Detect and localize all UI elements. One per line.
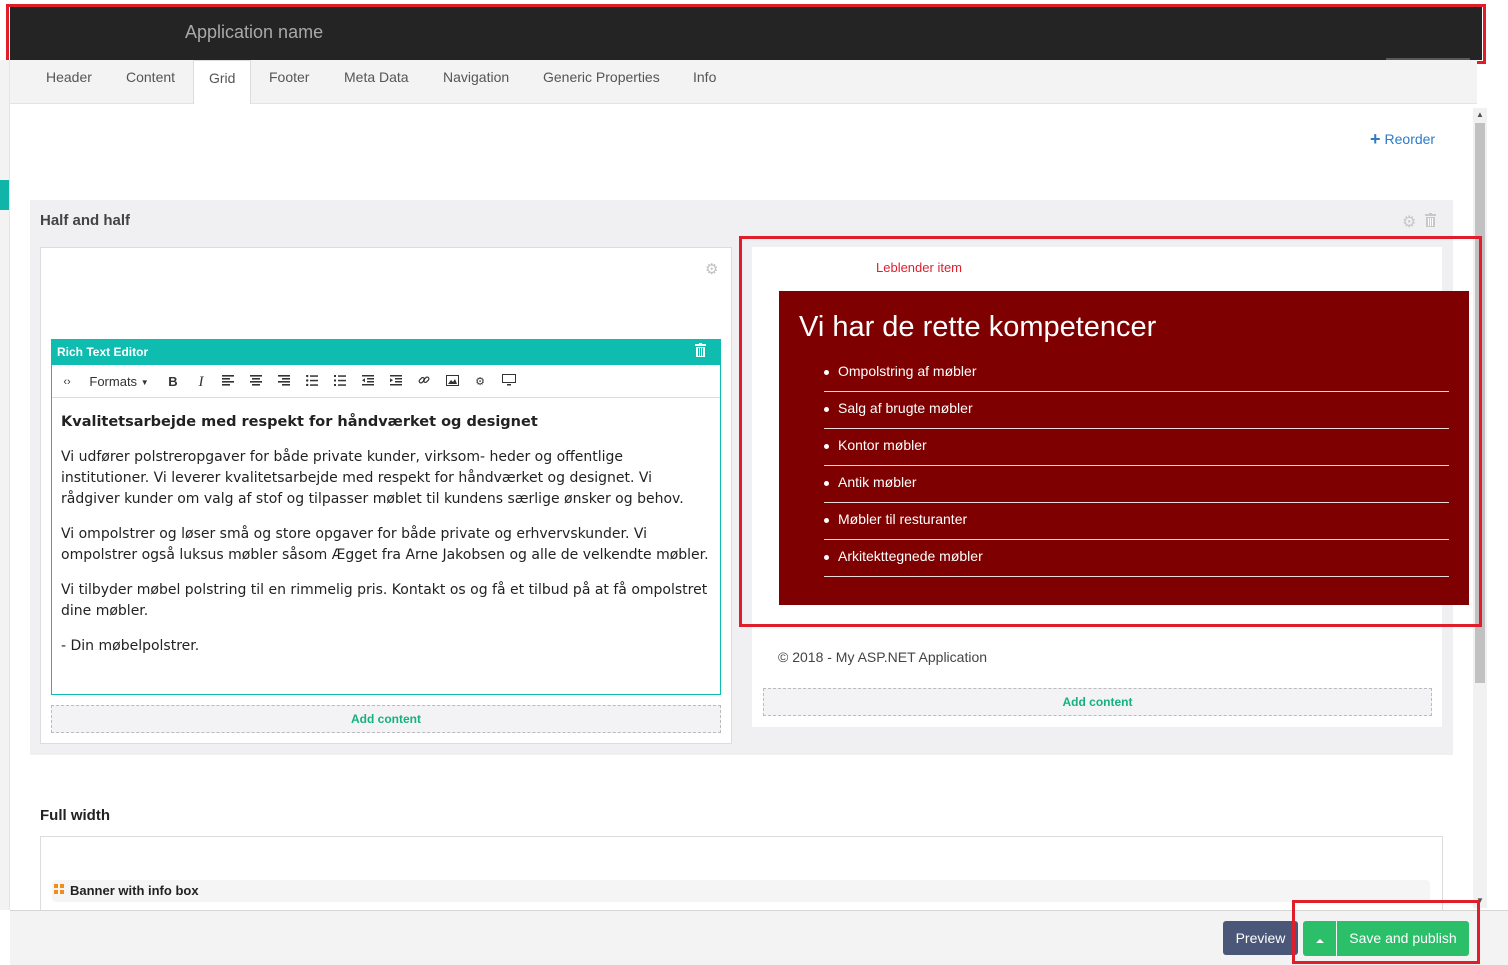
tab-navigation[interactable]: Navigation xyxy=(443,69,509,85)
leblender-item[interactable]: Vi har de rette kompetencer Ompolstring … xyxy=(779,291,1469,605)
full-width-cell[interactable] xyxy=(40,836,1443,916)
list-item: Møbler til resturanter xyxy=(824,503,1449,540)
rte-toolbar: ‹› Formats ▼ B I ⚙ xyxy=(52,366,720,398)
rte-content[interactable]: Kvalitetsarbejde med respekt for håndvær… xyxy=(61,412,711,671)
scroll-down-icon[interactable]: ▼ xyxy=(1476,896,1484,905)
rte-title-bar: Rich Text Editor xyxy=(51,339,721,365)
list-item: Kontor møbler xyxy=(824,429,1449,466)
reorder-label: Reorder xyxy=(1384,131,1436,147)
tab-footer[interactable]: Footer xyxy=(269,69,309,85)
caret-up-icon xyxy=(1316,939,1324,943)
tab-info[interactable]: Info xyxy=(693,69,716,85)
macro-icon[interactable]: ⚙ xyxy=(473,372,487,392)
competence-list: Ompolstring af møbler Salg af brugte møb… xyxy=(824,355,1449,577)
tab-grid[interactable]: Grid xyxy=(193,60,252,105)
tab-generic-properties[interactable]: Generic Properties xyxy=(543,69,660,85)
list-item: Arkitekttegnede møbler xyxy=(824,540,1449,577)
save-and-publish-button[interactable]: Save and publish xyxy=(1337,921,1469,956)
section-actions: ⚙ xyxy=(1402,212,1440,232)
list-item: Salg af brugte møbler xyxy=(824,392,1449,429)
banner-label: Banner with info box xyxy=(70,883,199,898)
rte-paragraph: Vi tilbyder møbel polstring til en rimme… xyxy=(61,582,708,619)
rte-paragraph: Vi udfører polstreropgaver for både priv… xyxy=(61,449,684,507)
formats-dropdown[interactable]: Formats ▼ xyxy=(86,372,152,392)
list-item: Antik møbler xyxy=(824,466,1449,503)
align-center-icon[interactable] xyxy=(249,372,263,392)
trash-icon[interactable] xyxy=(1424,213,1436,231)
align-right-icon[interactable] xyxy=(277,372,291,392)
plus-icon: + xyxy=(1370,129,1381,149)
app-name[interactable]: Application name xyxy=(185,22,323,43)
numbered-list-icon[interactable] xyxy=(333,372,347,392)
link-icon[interactable] xyxy=(417,372,431,392)
banner-row[interactable] xyxy=(52,880,1430,902)
bullet-list-icon[interactable] xyxy=(305,372,319,392)
outdent-icon[interactable] xyxy=(361,372,375,392)
add-content-button-right[interactable]: Add content xyxy=(763,688,1432,716)
publish-options-button[interactable] xyxy=(1303,921,1336,956)
tab-meta-data[interactable]: Meta Data xyxy=(344,69,409,85)
trash-icon[interactable] xyxy=(695,343,706,358)
indent-icon[interactable] xyxy=(389,372,403,392)
rte-heading: Kvalitetsarbejde med respekt for håndvær… xyxy=(61,414,538,430)
align-left-icon[interactable] xyxy=(221,372,235,392)
grid-icon xyxy=(54,884,64,894)
page-root: Application name Header Content Grid Foo… xyxy=(0,0,1508,965)
rte-paragraph: Vi ompolstrer og løser små og store opga… xyxy=(61,526,709,563)
caret-down-icon: ▼ xyxy=(140,378,149,387)
preview-button[interactable]: Preview xyxy=(1223,921,1298,955)
tab-underline xyxy=(30,104,735,106)
image-icon[interactable] xyxy=(445,372,459,392)
leblender-annotation-label: Leblender item xyxy=(876,260,962,275)
scroll-up-icon[interactable]: ▲ xyxy=(1476,110,1484,119)
app-header: Application name xyxy=(10,7,1482,60)
gear-icon[interactable]: ⚙ xyxy=(1402,214,1416,231)
section-title-half: Half and half xyxy=(40,212,131,229)
left-rail-accent xyxy=(0,180,9,210)
copyright-text: © 2018 - My ASP.NET Application xyxy=(778,649,988,665)
editor-tab-bar: Header Content Grid Footer Meta Data Nav… xyxy=(10,60,1477,105)
list-item: Ompolstring af møbler xyxy=(824,355,1449,392)
tab-header[interactable]: Header xyxy=(46,69,92,85)
reorder-button[interactable]: + Reorder xyxy=(1370,129,1435,150)
bold-button[interactable]: B xyxy=(166,372,180,392)
embed-icon[interactable] xyxy=(501,372,517,392)
italic-button[interactable]: I xyxy=(194,372,208,392)
rte-title: Rich Text Editor xyxy=(57,345,149,359)
scrollbar-thumb[interactable] xyxy=(1475,123,1485,683)
code-icon[interactable]: ‹› xyxy=(60,372,74,392)
section-title-full-width: Full width xyxy=(40,807,110,824)
gear-icon[interactable]: ⚙ xyxy=(705,260,718,278)
rte-signature: - Din møbelpolstrer. xyxy=(61,638,200,654)
tab-content[interactable]: Content xyxy=(126,69,175,85)
add-content-button-left[interactable]: Add content xyxy=(51,705,721,733)
leblender-heading: Vi har de rette kompetencer xyxy=(799,311,1157,343)
